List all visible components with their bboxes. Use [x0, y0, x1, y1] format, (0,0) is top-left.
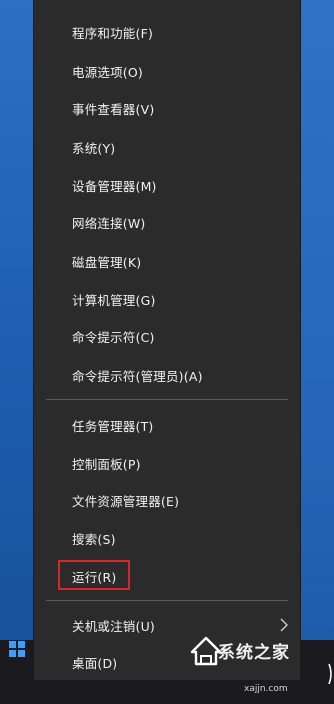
- run-highlight-box: [58, 560, 130, 590]
- menu-item-label: 任务管理器(T): [72, 418, 154, 434]
- menu-item-disk-management[interactable]: 磁盘管理(K): [34, 244, 300, 278]
- menu-item-label: 关机或注销(U): [72, 618, 156, 634]
- windows-logo-icon[interactable]: [9, 641, 25, 657]
- menu-item-label: 磁盘管理(K): [72, 254, 142, 270]
- menu-item-event-viewer[interactable]: 事件查看器(V): [34, 91, 300, 125]
- menu-item-search[interactable]: 搜索(S): [34, 521, 300, 555]
- menu-item-task-manager[interactable]: 任务管理器(T): [34, 408, 300, 442]
- menu-item-desktop[interactable]: 桌面(D): [34, 645, 300, 679]
- menu-separator: [46, 399, 288, 400]
- menu-item-file-explorer[interactable]: 文件资源管理器(E): [34, 483, 300, 517]
- menu-item-label: 桌面(D): [72, 655, 118, 671]
- menu-item-network-connections[interactable]: 网络连接(W): [34, 205, 300, 239]
- menu-item-power-options[interactable]: 电源选项(O): [34, 54, 300, 88]
- menu-item-label: 网络连接(W): [72, 215, 146, 231]
- desktop-background-right: [300, 0, 334, 704]
- menu-item-label: 计算机管理(G): [72, 292, 156, 308]
- menu-item-shutdown-or-signout[interactable]: 关机或注销(U): [34, 608, 300, 642]
- menu-item-device-manager[interactable]: 设备管理器(M): [34, 168, 300, 202]
- menu-item-label: 命令提示符(C): [72, 329, 155, 345]
- winx-context-menu: 程序和功能(F) 电源选项(O) 事件查看器(V) 系统(Y) 设备管理器(M)…: [34, 0, 300, 680]
- menu-item-command-prompt-admin[interactable]: 命令提示符(管理员)(A): [34, 358, 300, 392]
- menu-item-label: 搜索(S): [72, 531, 116, 547]
- menu-item-computer-management[interactable]: 计算机管理(G): [34, 282, 300, 316]
- menu-item-command-prompt[interactable]: 命令提示符(C): [34, 319, 300, 353]
- menu-item-programs-and-features[interactable]: 程序和功能(F): [34, 15, 300, 49]
- menu-separator: [46, 600, 288, 601]
- menu-item-control-panel[interactable]: 控制面板(P): [34, 446, 300, 480]
- menu-item-label: 程序和功能(F): [72, 25, 154, 41]
- menu-item-label: 设备管理器(M): [72, 178, 157, 194]
- menu-item-label: 系统(Y): [72, 140, 116, 156]
- menu-item-label: 事件查看器(V): [72, 101, 155, 117]
- menu-item-label: 控制面板(P): [72, 456, 141, 472]
- menu-item-label: 电源选项(O): [72, 64, 143, 80]
- menu-item-label: 命令提示符(管理员)(A): [72, 368, 203, 384]
- menu-item-system[interactable]: 系统(Y): [34, 130, 300, 164]
- menu-item-label: 文件资源管理器(E): [72, 493, 180, 509]
- chevron-right-icon: [280, 618, 288, 632]
- desktop-background-left: [0, 0, 34, 704]
